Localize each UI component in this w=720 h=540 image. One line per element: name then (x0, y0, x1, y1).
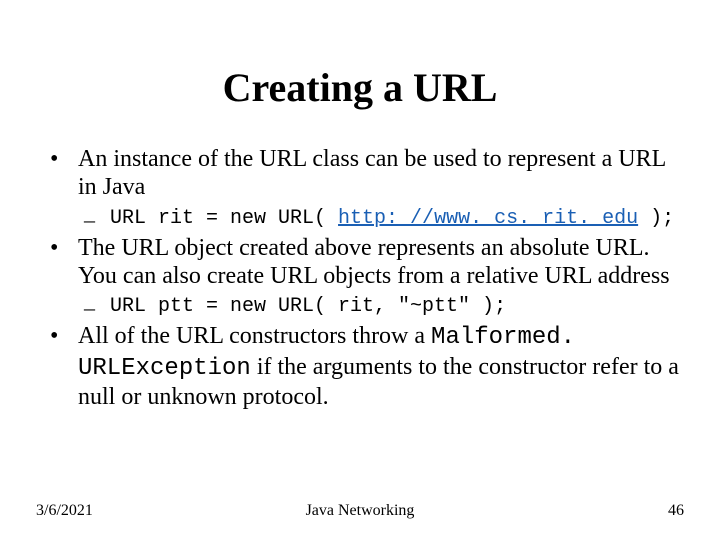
bullet-1-sublist: URL rit = new URL( http: //www. cs. rit.… (78, 206, 684, 232)
bullet-2-text: The URL object created above represents … (78, 235, 670, 289)
bullet-2-sublist: URL ptt = new URL( rit, "~ptt" ); (78, 294, 684, 320)
bullet-1: An instance of the URL class can be used… (36, 145, 684, 232)
bullet-1-code-post: ); (638, 207, 674, 230)
bullet-1-code-pre: URL rit = new URL( (110, 207, 338, 230)
slide-body: An instance of the URL class can be used… (36, 145, 684, 411)
bullet-list: An instance of the URL class can be used… (36, 145, 684, 411)
url-link[interactable]: http: //www. cs. rit. edu (338, 207, 638, 230)
bullet-2: The URL object created above represents … (36, 234, 684, 321)
slide: Creating a URL An instance of the URL cl… (0, 0, 720, 540)
footer: 3/6/2021 Java Networking 46 (36, 502, 684, 520)
bullet-1-code: URL rit = new URL( http: //www. cs. rit.… (78, 206, 684, 232)
bullet-2-code: URL ptt = new URL( rit, "~ptt" ); (78, 294, 684, 320)
bullet-1-text: An instance of the URL class can be used… (78, 146, 665, 200)
bullet-3-pre: All of the URL constructors throw a (78, 323, 431, 349)
bullet-3: All of the URL constructors throw a Malf… (36, 322, 684, 411)
slide-title: Creating a URL (36, 64, 684, 111)
footer-center: Java Networking (36, 502, 684, 520)
